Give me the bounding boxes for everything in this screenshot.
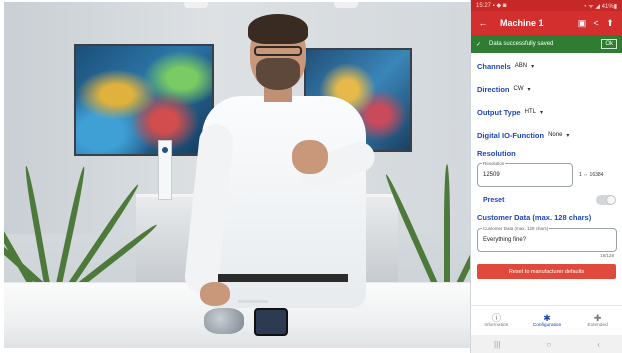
presenter [183, 12, 379, 308]
character-counter: 16/128 [600, 253, 614, 258]
nav-item-extended[interactable]: ✚ Extended [572, 306, 622, 335]
gear-icon: ✱ [543, 313, 551, 323]
digital-io-row[interactable]: Digital IO-Function None ▾ [477, 125, 616, 145]
page-title: Machine 1 [500, 18, 544, 28]
nav-label: Information [484, 323, 509, 328]
share-icon[interactable]: < [589, 18, 603, 28]
preset-label: Preset [483, 196, 505, 204]
presenter-hair [248, 14, 308, 44]
app-bar: ← Machine 1 ▣ < ⬆ [471, 11, 622, 35]
presenter-hand [200, 282, 230, 306]
dropdown-caret-icon: ▾ [531, 63, 535, 70]
info-icon: ⓘ [491, 313, 501, 323]
direction-label: Direction [477, 84, 510, 94]
settings-content: Channels ABN ▾ Direction CW ▾ Output Typ… [471, 56, 622, 279]
nav-item-configuration[interactable]: ✱ Configuration [522, 306, 573, 335]
encoder-device [204, 308, 244, 334]
arrow-left-icon[interactable]: ← [476, 18, 490, 28]
resolution-field-label: Resolution [482, 161, 506, 166]
dropdown-caret-icon: ▾ [566, 132, 570, 139]
ceiling-light [184, 2, 208, 8]
video-frame [4, 2, 470, 348]
presenter-hand [292, 140, 328, 174]
upload-icon[interactable]: ⬆ [603, 18, 617, 29]
plant-left [4, 134, 159, 287]
presenter-belt [218, 274, 348, 282]
bottom-navigation: ⓘ Information ✱ Configuration ✚ Extended [471, 305, 622, 335]
preset-row: Preset [477, 191, 616, 209]
output-type-value: HTL [524, 109, 536, 115]
save-icon[interactable]: ▣ [575, 18, 589, 29]
snackbar-ok-button[interactable]: Ok [601, 39, 617, 49]
customer-data-heading: Customer Data (max. 128 chars) [477, 213, 592, 222]
reset-defaults-button[interactable]: Reset to manufacturer defaults [477, 264, 616, 279]
output-type-label: Output Type [477, 107, 521, 117]
status-time: 15:27 ▪ ◆ ◙ [476, 3, 507, 9]
channels-label: Channels [477, 61, 511, 71]
ceiling-light [334, 2, 358, 8]
output-type-row[interactable]: Output Type HTL ▾ [477, 102, 616, 122]
puzzle-icon: ✚ [593, 313, 602, 323]
check-icon: ✓ [476, 41, 482, 48]
channels-value: ABN [514, 63, 528, 69]
direction-value: CW [513, 86, 524, 92]
plant-right [383, 134, 470, 286]
system-navigation-bar: ||| ○ ‹ [471, 335, 622, 353]
resolution-heading: Resolution [477, 149, 516, 158]
phone-on-desk [254, 308, 288, 336]
recent-apps-icon[interactable]: ||| [494, 340, 500, 349]
resolution-input[interactable]: Resolution 12509 [477, 161, 573, 187]
status-icons: ◔ ᯤ ◢ 41%▮ [582, 4, 617, 10]
preset-toggle[interactable] [596, 195, 616, 205]
dropdown-caret-icon: ▾ [527, 86, 531, 93]
customer-data-value: Everything fine? [483, 237, 527, 243]
back-icon[interactable]: ‹ [597, 340, 600, 349]
encoder-cable [238, 300, 268, 303]
customer-data-input[interactable]: Customer Data (max. 128 chars) Everythin… [477, 226, 617, 252]
resolution-range: 1 ⇔ 16384 [579, 172, 604, 178]
snackbar-message: Data successfully saved [489, 41, 554, 47]
direction-row[interactable]: Direction CW ▾ [477, 79, 616, 99]
customer-data-field-label: Customer Data (max. 128 chars) [482, 226, 550, 231]
digital-io-label: Digital IO-Function [477, 130, 545, 140]
screenshot-frame: 15:27 ▪ ◆ ◙ ◔ ᯤ ◢ 41%▮ ← Machine 1 ▣ < ⬆… [0, 0, 622, 353]
home-icon[interactable]: ○ [546, 340, 551, 349]
resolution-value: 12509 [483, 172, 500, 178]
sensor-post [158, 140, 172, 200]
nav-label: Extended [587, 323, 608, 328]
dropdown-caret-icon: ▾ [539, 109, 543, 116]
digital-io-value: None [548, 132, 563, 138]
resolution-row: Resolution 12509 1 ⇔ 16384 [477, 161, 616, 187]
phone-app: 15:27 ▪ ◆ ◙ ◔ ᯤ ◢ 41%▮ ← Machine 1 ▣ < ⬆… [470, 0, 622, 353]
status-bar: 15:27 ▪ ◆ ◙ ◔ ᯤ ◢ 41%▮ [471, 0, 622, 11]
presenter-beard [256, 58, 300, 90]
success-snackbar: ✓ Data successfully saved Ok [471, 35, 622, 53]
nav-item-information[interactable]: ⓘ Information [471, 306, 522, 335]
channels-row[interactable]: Channels ABN ▾ [477, 56, 616, 76]
nav-label: Configuration [532, 323, 562, 328]
presenter-glasses [254, 46, 302, 56]
